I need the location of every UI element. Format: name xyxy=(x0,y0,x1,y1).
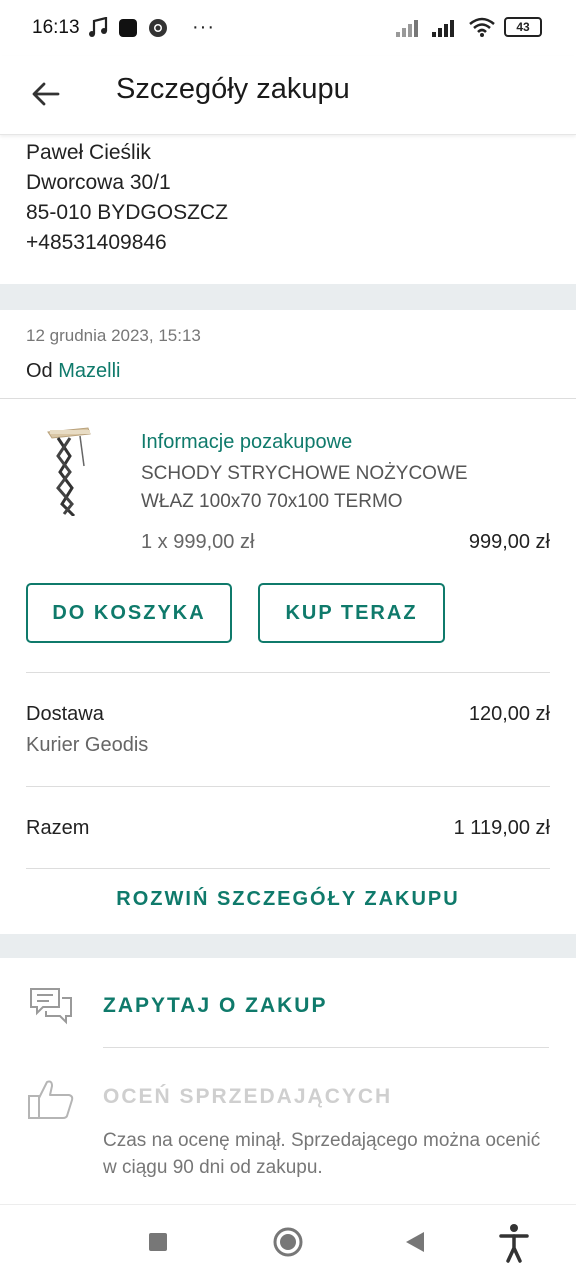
delivery-price: 120,00 zł xyxy=(468,703,550,725)
divider xyxy=(26,868,550,869)
total-label: Razem xyxy=(26,817,90,839)
divider xyxy=(26,786,550,787)
section-separator xyxy=(0,934,576,958)
ask-about-purchase-button[interactable]: ZAPYTAJ O ZAKUP xyxy=(103,994,327,1018)
address-street: Dworcowa 30/1 xyxy=(26,171,171,194)
battery-level: 43 xyxy=(516,20,530,34)
nav-back-icon[interactable] xyxy=(402,1230,426,1254)
product-thumbnail[interactable] xyxy=(44,426,104,516)
order-date: 12 grudnia 2023, 15:13 xyxy=(26,326,201,345)
expand-details-button[interactable]: ROZWIŃ SZCZEGÓŁY ZAKUPU xyxy=(0,888,576,911)
signal-icon xyxy=(396,20,418,37)
order-seller-row: Od Mazelli xyxy=(26,360,121,383)
product-total: 999,00 zł xyxy=(468,531,550,553)
rate-sellers-description: Czas na ocenę minął. Sprzedającego można… xyxy=(103,1130,541,1178)
nav-home-icon[interactable] xyxy=(272,1226,304,1258)
product-quantity-price: 1 x 999,00 zł xyxy=(141,531,255,553)
music-note-icon xyxy=(89,16,108,37)
address-name: Paweł Cieślik xyxy=(26,141,151,164)
wifi-icon xyxy=(469,17,495,37)
rate-sellers-button: OCEŃ SPRZEDAJĄCYCH xyxy=(103,1085,393,1108)
address-city: 85-010 BYDGOSZCZ xyxy=(26,201,228,224)
signal-icon xyxy=(432,20,454,37)
divider xyxy=(103,1047,549,1048)
accessibility-icon[interactable] xyxy=(498,1223,530,1263)
app-bar: Szczegóły zakupu xyxy=(0,56,576,135)
status-system-icons: 43 xyxy=(396,16,542,38)
status-bar: 16:13 ··· 43 xyxy=(0,0,576,56)
page-title: Szczegóły zakupu xyxy=(116,73,350,105)
system-nav-bar xyxy=(0,1204,576,1281)
chrome-icon xyxy=(149,18,167,37)
buy-now-button[interactable]: KUP TERAZ xyxy=(258,583,445,643)
more-notifications-icon: ··· xyxy=(192,16,215,38)
chat-icon xyxy=(30,988,72,1025)
status-notification-icons: ··· xyxy=(88,16,215,39)
status-time: 16:13 xyxy=(32,17,80,38)
delivery-method: Kurier Geodis xyxy=(26,734,149,756)
delivery-label: Dostawa xyxy=(26,703,104,725)
seller-prefix: Od xyxy=(26,360,53,382)
thumbs-up-icon xyxy=(28,1080,74,1119)
divider xyxy=(0,398,576,399)
post-purchase-info-link[interactable]: Informacje pozakupowe xyxy=(141,431,352,454)
total-value: 1 119,00 zł xyxy=(453,817,550,839)
back-arrow-icon[interactable] xyxy=(28,76,64,112)
product-name[interactable]: SCHODY STRYCHOWE NOŻYCOWE WŁAZ 100x70 70… xyxy=(141,460,521,516)
app-square-icon xyxy=(119,18,137,37)
battery-indicator: 43 xyxy=(504,17,542,37)
nav-recents-icon[interactable] xyxy=(147,1231,169,1253)
address-phone: +48531409846 xyxy=(26,231,167,254)
section-separator xyxy=(0,284,576,310)
divider xyxy=(26,672,550,673)
add-to-cart-button[interactable]: DO KOSZYKA xyxy=(26,583,232,643)
seller-link[interactable]: Mazelli xyxy=(58,360,120,382)
